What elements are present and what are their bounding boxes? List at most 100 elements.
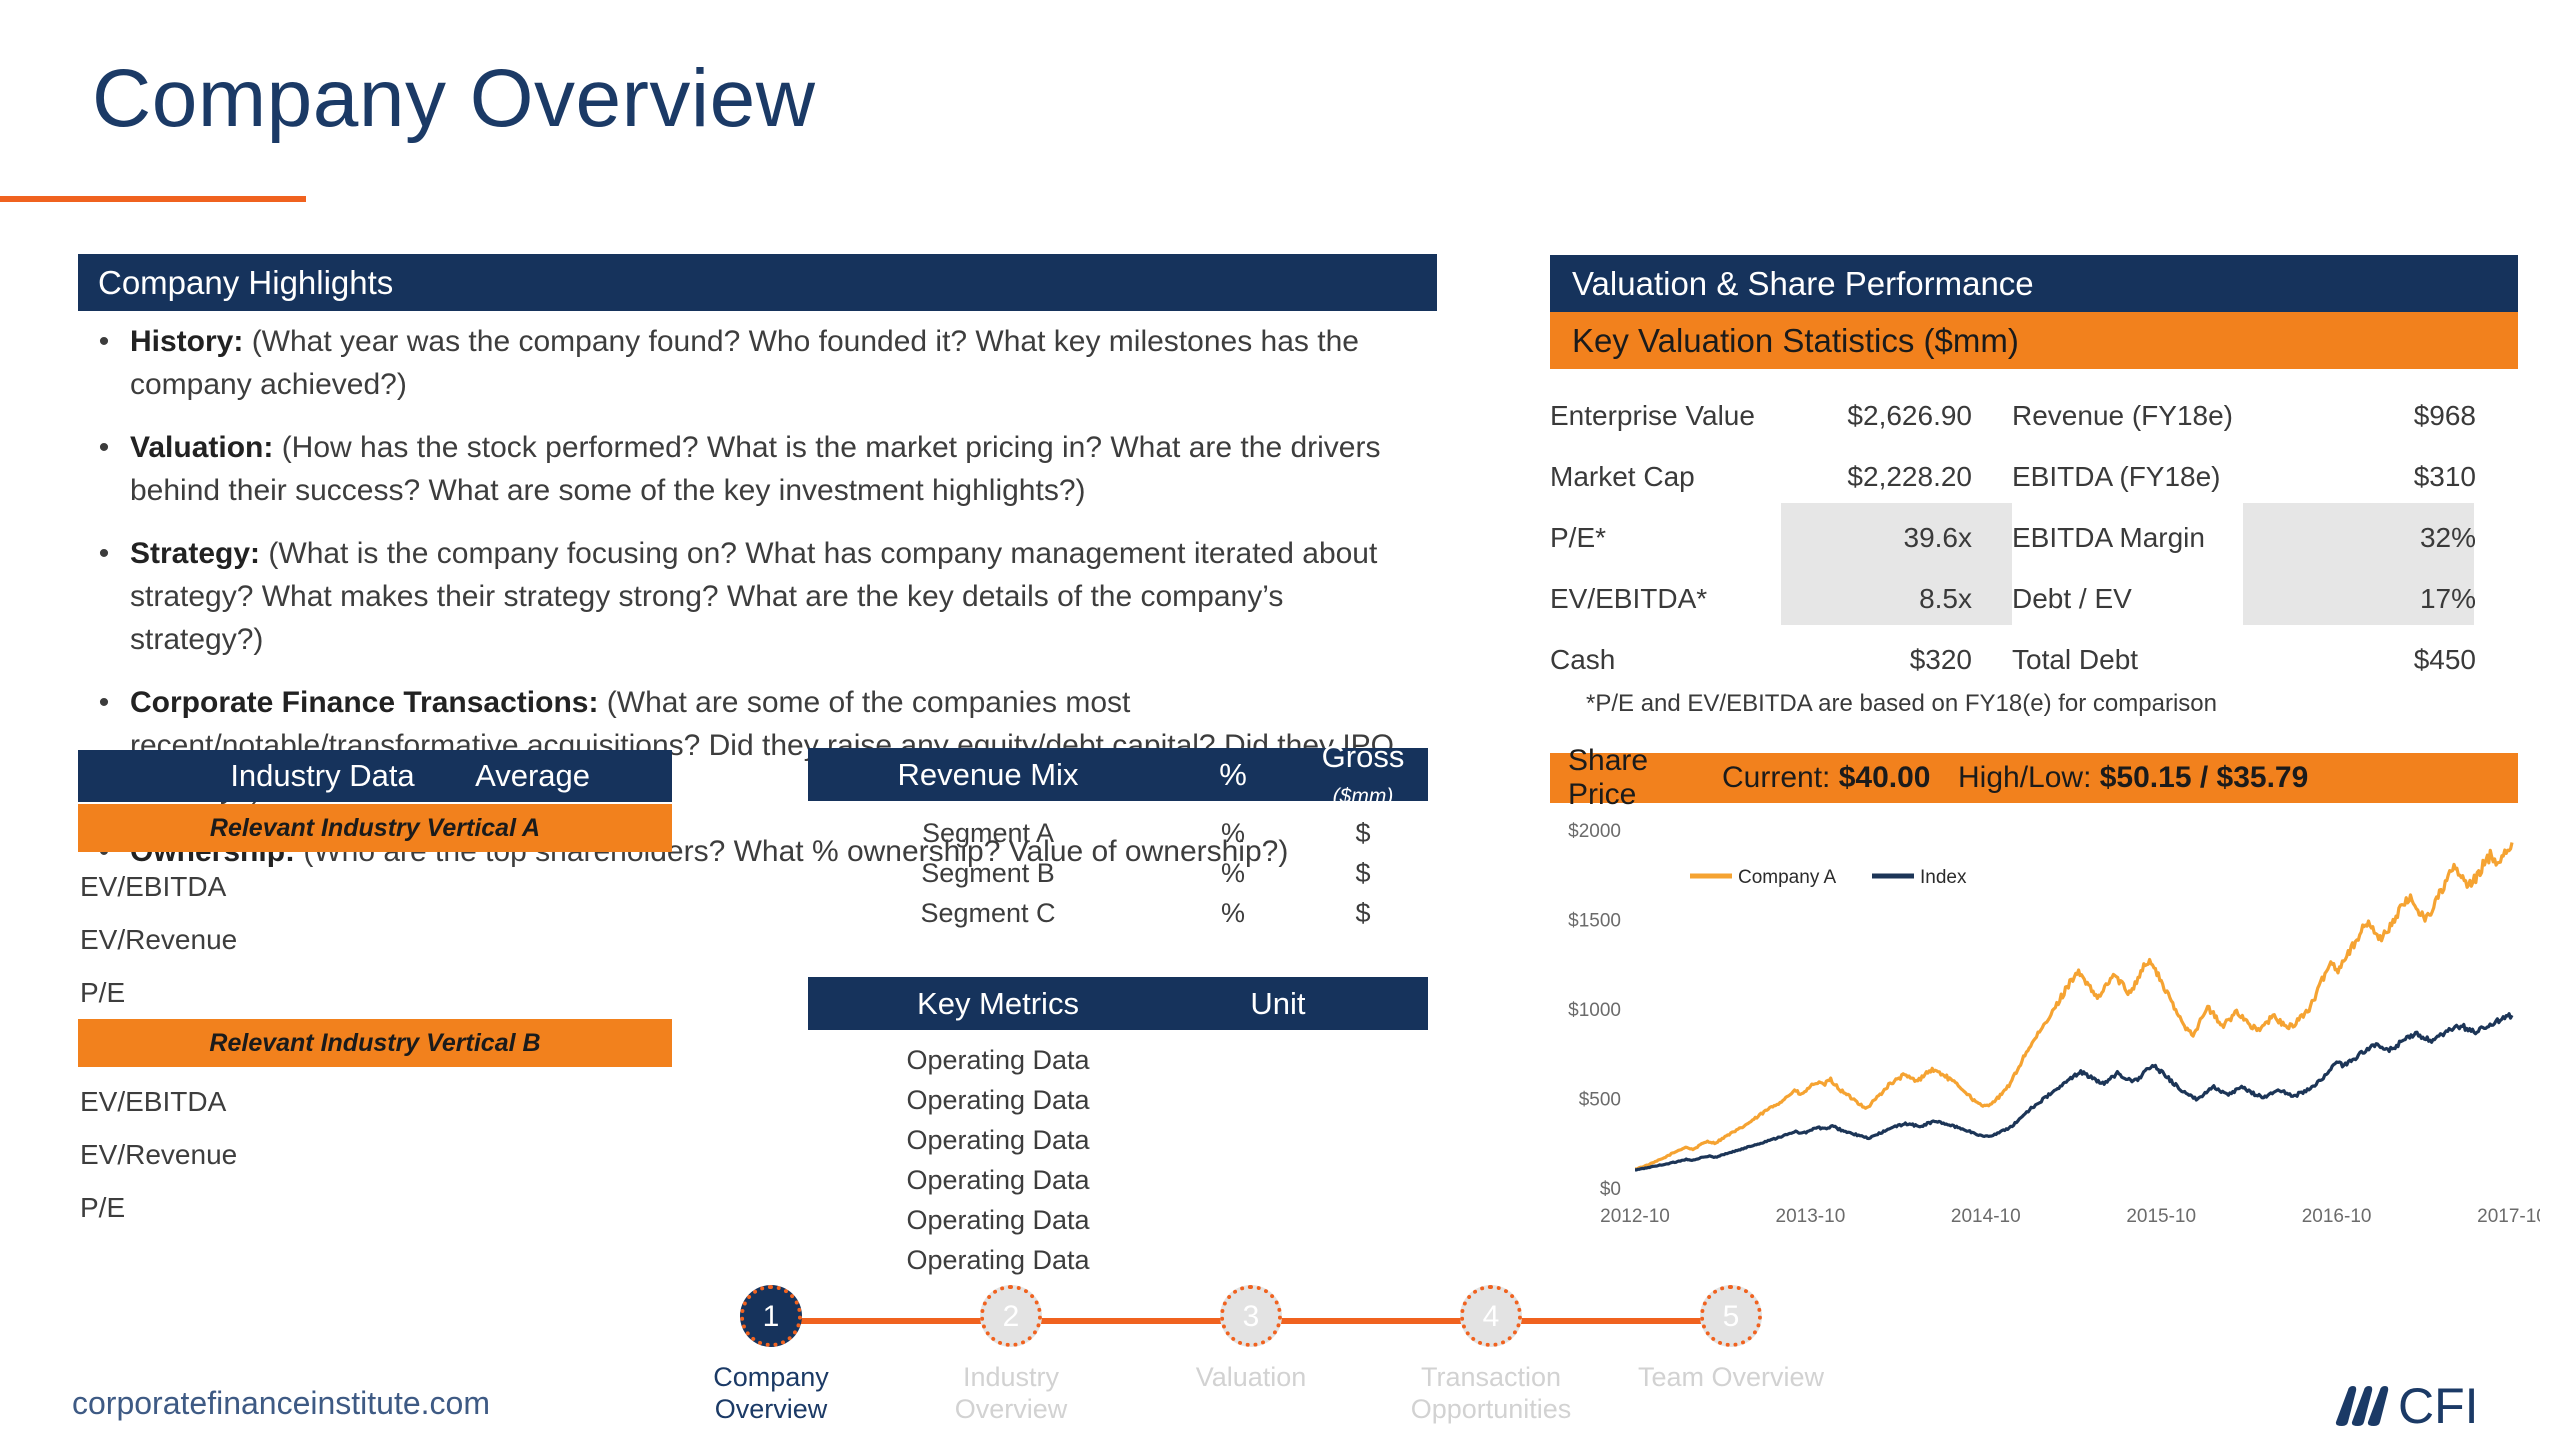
- stepper-step-5[interactable]: 5 Team Overview: [1638, 1285, 1824, 1393]
- key-metrics-table: Key Metrics Unit Operating Data Operatin…: [808, 977, 1428, 1280]
- metric-value: $968: [2413, 399, 2476, 431]
- row-label: EV/Revenue: [80, 923, 238, 955]
- metric-key: EV/EBITDA*: [1550, 582, 1708, 614]
- industry-data-table: Industry Data Average Relevant Industry …: [78, 750, 672, 1234]
- y-axis-tick-label: $1500: [1568, 911, 1621, 932]
- segment-name: Segment B: [921, 857, 1055, 888]
- key-metrics-unit-header: Unit: [1250, 985, 1306, 1021]
- x-axis-tick-label: 2016-10: [2302, 1206, 2372, 1227]
- table-row: Enterprise Value $2,626.90 Revenue (FY18…: [1550, 385, 2518, 446]
- revenue-mix-gross-header: Gross ($mm): [1298, 739, 1428, 811]
- industry-data-average-header: Average: [475, 758, 590, 793]
- share-performance-chart-svg: $0 $500 $1000 $1500 $2000 2012-10 2013-10 2014-…: [1568, 821, 2540, 1227]
- share-price-current: Current: $40.00: [1722, 761, 1958, 795]
- metric-name: Operating Data: [906, 1244, 1090, 1275]
- x-axis-tick-label: 2017-10: [2477, 1206, 2540, 1227]
- step-label: Transaction Opportunities: [1410, 1362, 1572, 1424]
- segment-name: Segment C: [920, 897, 1056, 928]
- table-row: Operating Data: [808, 1080, 1428, 1120]
- y-axis-tick-label: $500: [1579, 1090, 1621, 1111]
- metric-value: $2,626.90: [1847, 399, 1972, 431]
- metric-value: $310: [2413, 460, 2476, 492]
- step-number-circle[interactable]: 5: [1700, 1285, 1762, 1347]
- list-item: • Valuation: (How has the stock performe…: [78, 426, 1458, 512]
- current-label: Current:: [1722, 761, 1831, 794]
- key-valuation-statistics-table: Enterprise Value $2,626.90 Revenue (FY18…: [1550, 385, 2518, 690]
- industry-data-header: Industry Data Average: [78, 750, 672, 802]
- x-axis-tick-label: 2013-10: [1776, 1206, 1846, 1227]
- current-value: $40.00: [1838, 761, 1931, 794]
- share-price-bar: Share Price Current: $40.00 High/Low: $5…: [1550, 744, 2518, 811]
- metric-name: Operating Data: [906, 1084, 1090, 1115]
- segment-name: Segment A: [921, 817, 1055, 848]
- segment-pct: %: [1220, 817, 1245, 848]
- step-label: Industry Overview: [954, 1362, 1068, 1424]
- logo-bars-icon: [2335, 1386, 2389, 1426]
- metric-name: Operating Data: [906, 1044, 1090, 1075]
- bullet-label: Valuation:: [130, 431, 274, 464]
- table-row: Cash $320 Total Debt $450: [1550, 629, 2518, 690]
- step-number-circle[interactable]: 1: [740, 1285, 802, 1347]
- revenue-mix-header: Revenue Mix % Gross ($mm): [808, 739, 1428, 808]
- table-row: P/E* 39.6x EBITDA Margin 32%: [1550, 507, 2518, 568]
- bullet-icon: •: [98, 431, 110, 464]
- metric-key: Revenue (FY18e): [2012, 399, 2234, 431]
- metric-key: Debt / EV: [2012, 582, 2132, 614]
- metric-value: $2,228.20: [1847, 460, 1972, 492]
- row-label: EV/EBITDA: [80, 1085, 227, 1117]
- step-label: Team Overview: [1637, 1362, 1825, 1392]
- table-row: EV/Revenue: [78, 1128, 672, 1181]
- share-performance-chart: $0 $500 $1000 $1500 $2000 2012-10 2013-10 2014-…: [1530, 820, 2540, 1240]
- share-price-highlow: High/Low: $50.15 / $35.79: [1958, 761, 2518, 795]
- step-number-circle[interactable]: 3: [1220, 1285, 1282, 1347]
- metric-key: P/E*: [1550, 521, 1607, 553]
- table-row: Operating Data: [808, 1160, 1428, 1200]
- table-row: P/E: [78, 966, 672, 1019]
- page-title: Company Overview: [92, 53, 816, 144]
- table-row: Operating Data: [808, 1200, 1428, 1240]
- key-metrics-header: Key Metrics Unit: [808, 977, 1428, 1030]
- stepper-step-4[interactable]: 4 Transaction Opportunities: [1411, 1285, 1571, 1425]
- cfi-logo: CFI: [2322, 1372, 2522, 1438]
- stepper-step-1[interactable]: 1 Company Overview: [713, 1285, 829, 1425]
- metric-value: 17%: [2419, 582, 2476, 614]
- metric-name: Operating Data: [906, 1204, 1090, 1235]
- row-label: P/E: [80, 1191, 126, 1223]
- metric-key: Total Debt: [2012, 643, 2139, 675]
- metric-key: Cash: [1550, 643, 1616, 675]
- table-row: Operating Data: [808, 1040, 1428, 1080]
- chart-series-line: [1634, 1012, 2514, 1172]
- list-item: • Strategy: (What is the company focusin…: [78, 532, 1458, 661]
- metric-key: EBITDA Margin: [2012, 521, 2205, 553]
- metric-key: EBITDA (FY18e): [2012, 460, 2221, 492]
- step-number-circle[interactable]: 2: [980, 1285, 1042, 1347]
- bullet-text: History: (What year was the company foun…: [130, 320, 1420, 406]
- highlow-label: High/Low:: [1958, 761, 2092, 794]
- bullet-label: Strategy:: [130, 537, 261, 570]
- stepper-step-3[interactable]: 3 Valuation: [1196, 1285, 1306, 1393]
- gross-label: Gross: [1321, 738, 1405, 774]
- revenue-mix-title: Revenue Mix: [897, 756, 1079, 792]
- bullet-body: (What year was the company found? Who fo…: [130, 325, 1359, 401]
- bullet-icon: •: [98, 537, 110, 570]
- metric-value: $450: [2413, 643, 2476, 675]
- bullet-body: (What is the company focusing on? What h…: [130, 537, 1378, 656]
- segment-pct: %: [1220, 857, 1245, 888]
- metric-value: 8.5x: [1919, 582, 1972, 614]
- bullet-text: Strategy: (What is the company focusing …: [130, 532, 1420, 661]
- metric-key: Enterprise Value: [1550, 399, 1755, 431]
- legend-label: Index: [1920, 867, 1967, 888]
- cfi-logo-svg: CFI: [2335, 1378, 2479, 1434]
- footer-website-url[interactable]: corporatefinanceinstitute.com: [72, 1385, 490, 1422]
- row-label: EV/EBITDA: [80, 870, 227, 902]
- bullet-label: History:: [130, 325, 244, 358]
- table-row: Segment A % $: [808, 813, 1428, 853]
- legend-label: Company A: [1738, 867, 1837, 888]
- list-item: • History: (What year was the company fo…: [78, 320, 1458, 406]
- segment-gross: $: [1355, 817, 1371, 848]
- stepper-step-2[interactable]: 2 Industry Overview: [955, 1285, 1067, 1425]
- step-label: Valuation: [1195, 1362, 1307, 1392]
- step-number-circle[interactable]: 4: [1460, 1285, 1522, 1347]
- cfi-logo-text: CFI: [2398, 1378, 2479, 1434]
- metric-name: Operating Data: [906, 1164, 1090, 1195]
